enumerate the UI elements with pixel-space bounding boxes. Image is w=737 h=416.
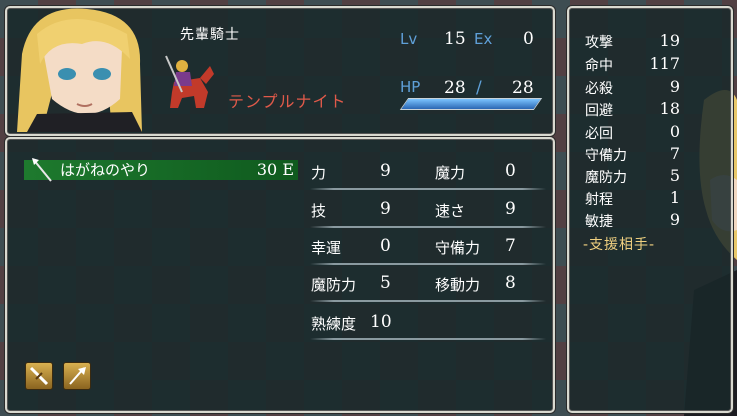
stat-value-lck: 0 — [380, 236, 391, 256]
side-value-agility: 9 — [669, 210, 680, 229]
stat-divider — [310, 226, 546, 228]
stat-divider — [310, 263, 546, 265]
stat-label-str: 力 — [311, 164, 327, 182]
hp-separator: / — [476, 78, 482, 98]
stat-divider — [310, 188, 546, 190]
stat-label-def: 守備力 — [435, 239, 481, 257]
sword-item-icon[interactable] — [25, 362, 53, 390]
side-label-crit: 必殺 — [585, 81, 613, 97]
hp-label: HP — [400, 78, 421, 96]
stat-divider — [310, 338, 546, 340]
stat-label-res: 魔防力 — [311, 276, 357, 294]
stat-value-mov: 8 — [505, 273, 516, 293]
level-label: Lv — [400, 30, 418, 48]
stat-value-skl: 9 — [380, 199, 391, 219]
weapon-item-row[interactable]: はがねのやり 30 E — [24, 158, 298, 182]
side-label-crit-avo: 必回 — [585, 126, 613, 142]
side-value-range: 1 — [669, 188, 680, 207]
stat-value-str: 9 — [380, 161, 391, 181]
exp-label: Ex — [474, 30, 493, 48]
side-value-atk: 19 — [659, 31, 680, 50]
stat-label-skl: 技 — [311, 202, 327, 220]
side-value-res: 5 — [669, 166, 680, 185]
stat-label-spd: 速さ — [435, 202, 466, 220]
weapon-name: はがねのやり — [60, 161, 151, 179]
exp-value: 0 — [523, 29, 534, 49]
unit-map-sprite — [160, 52, 216, 112]
stat-value-proficiency: 10 — [370, 312, 392, 332]
side-value-crit: 9 — [669, 77, 680, 96]
side-label-agility: 敏捷 — [585, 214, 613, 230]
hp-current: 28 — [444, 78, 466, 98]
stat-value-mag: 0 — [505, 161, 516, 181]
spear-item-icon[interactable] — [63, 362, 91, 390]
support-partners-heading: -支援相手- — [583, 237, 656, 253]
stat-label-mov: 移動力 — [435, 276, 481, 294]
level-value: 15 — [444, 29, 466, 49]
stat-divider — [310, 300, 546, 302]
stat-value-res: 5 — [380, 273, 391, 293]
side-value-crit-avo: 0 — [669, 122, 680, 141]
weapon-uses: 30 E — [256, 160, 294, 179]
unit-job-name: テンプルナイト — [228, 92, 347, 111]
side-label-avo: 回避 — [585, 103, 613, 119]
side-label-def: 守備力 — [585, 148, 627, 164]
side-label-atk: 攻撃 — [585, 35, 613, 51]
side-label-res: 魔防力 — [585, 170, 627, 186]
stat-value-spd: 9 — [505, 199, 516, 219]
spear-icon — [30, 156, 54, 184]
hp-bar-fill — [401, 99, 541, 109]
side-label-hit: 命中 — [585, 58, 613, 74]
hp-bar — [399, 98, 543, 110]
unit-portrait — [12, 4, 152, 132]
side-value-hit: 117 — [649, 54, 680, 73]
unit-class-title: 先輩騎士 — [180, 27, 240, 43]
stat-label-lck: 幸運 — [311, 239, 342, 257]
stat-label-proficiency: 熟練度 — [311, 315, 357, 333]
side-value-avo: 18 — [659, 99, 680, 118]
side-label-range: 射程 — [585, 192, 613, 208]
hp-max: 28 — [512, 78, 534, 98]
side-value-def: 7 — [669, 144, 680, 163]
stat-label-mag: 魔力 — [435, 164, 466, 182]
stat-value-def: 7 — [505, 236, 516, 256]
